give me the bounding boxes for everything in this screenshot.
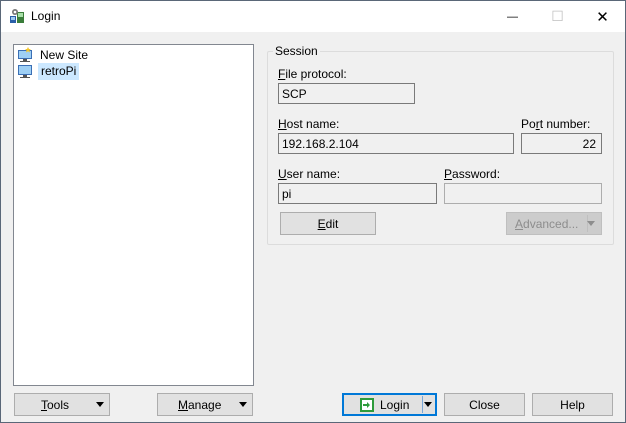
site-item-new-site[interactable]: New Site bbox=[17, 47, 90, 63]
host-name-input[interactable]: 192.168.2.104 bbox=[278, 133, 514, 154]
maximize-icon: ☐ bbox=[551, 8, 564, 24]
maximize-button[interactable]: ☐ bbox=[535, 1, 580, 32]
advanced-button[interactable]: Advanced... bbox=[506, 212, 602, 235]
window-title: Login bbox=[31, 9, 61, 23]
new-site-icon bbox=[18, 47, 32, 62]
manage-button-label: Manage bbox=[178, 397, 222, 412]
minimize-button[interactable]: — bbox=[490, 1, 535, 32]
site-item-label: New Site bbox=[40, 47, 89, 62]
help-button[interactable]: Help bbox=[532, 393, 613, 416]
chevron-down-icon bbox=[239, 402, 247, 407]
user-name-label: User name: bbox=[278, 167, 341, 181]
close-window-button[interactable]: ✕ bbox=[580, 1, 625, 32]
computer-icon bbox=[18, 65, 32, 78]
close-button-label: Close bbox=[469, 397, 500, 412]
help-button-label: Help bbox=[560, 397, 585, 412]
edit-button[interactable]: Edit bbox=[280, 212, 376, 235]
login-button-label: Login bbox=[380, 397, 410, 412]
close-button[interactable]: Close bbox=[444, 393, 525, 416]
manage-button[interactable]: Manage bbox=[157, 393, 253, 416]
site-item-label: retroPi bbox=[38, 62, 80, 80]
tools-button-label: Tools bbox=[41, 397, 70, 412]
chevron-down-icon bbox=[96, 402, 104, 407]
login-button[interactable]: Login bbox=[342, 393, 437, 416]
edit-button-label: Edit bbox=[317, 216, 339, 231]
password-input[interactable] bbox=[444, 183, 602, 204]
site-tree[interactable]: New Site retroPi bbox=[13, 44, 254, 386]
site-item-retropi[interactable]: retroPi bbox=[17, 62, 80, 80]
host-name-label: Host name: bbox=[278, 117, 340, 131]
login-split-divider bbox=[422, 396, 423, 413]
user-name-input[interactable]: pi bbox=[278, 183, 437, 204]
login-window: Login — ☐ ✕ New Site retroPi Session Fil… bbox=[0, 0, 626, 423]
chevron-down-icon bbox=[587, 221, 595, 226]
file-protocol-label: File protocol: bbox=[278, 67, 347, 81]
tools-button[interactable]: Tools bbox=[14, 393, 110, 416]
advanced-button-label: Advanced... bbox=[515, 216, 579, 231]
minimize-icon: — bbox=[507, 10, 518, 23]
session-group-label: Session bbox=[273, 44, 320, 58]
chevron-down-icon[interactable] bbox=[424, 402, 432, 407]
file-protocol-select[interactable]: SCP bbox=[278, 83, 415, 104]
close-icon: ✕ bbox=[596, 8, 609, 26]
port-number-label: Port number: bbox=[521, 117, 591, 131]
port-number-input[interactable]: 22 bbox=[521, 133, 602, 154]
login-icon bbox=[360, 397, 374, 412]
title-bar[interactable]: Login — ☐ ✕ bbox=[1, 1, 625, 32]
password-label: Password: bbox=[444, 167, 501, 181]
winscp-app-icon bbox=[10, 9, 24, 23]
